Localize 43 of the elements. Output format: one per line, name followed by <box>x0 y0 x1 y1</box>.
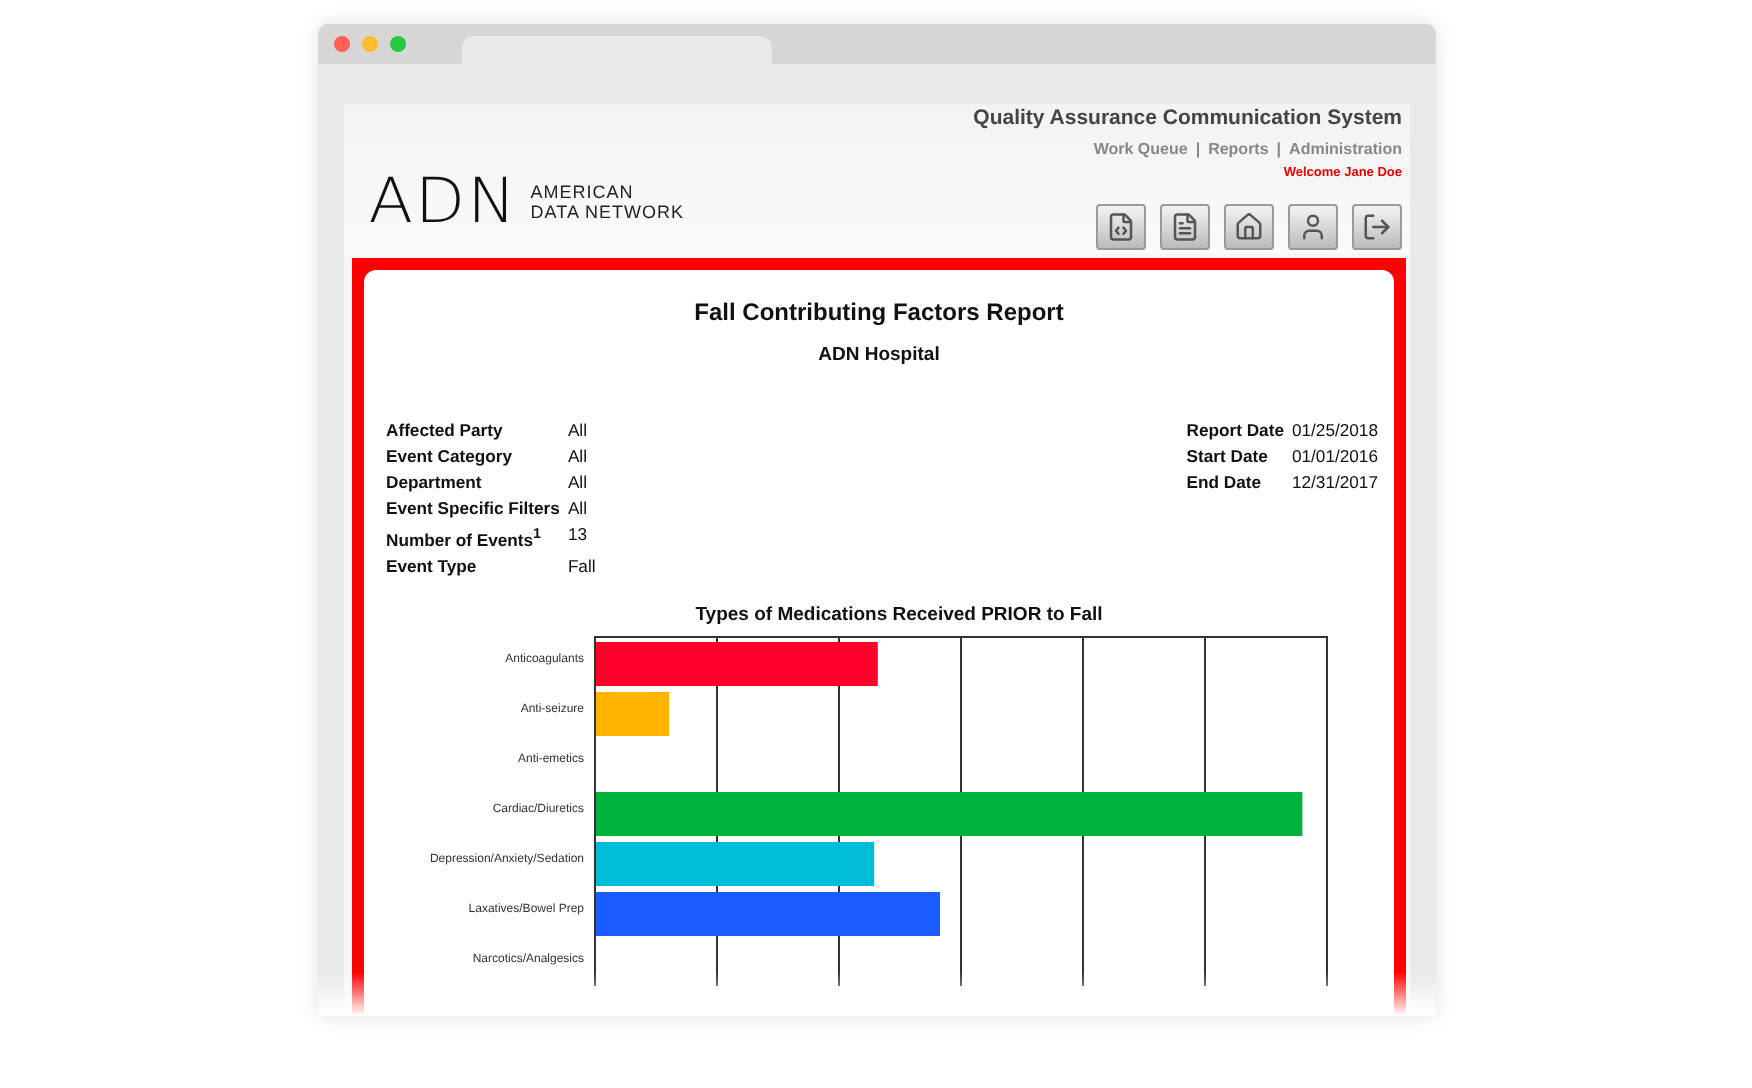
filter-label: Number of Events$^{1}$ <box>386 524 544 552</box>
exit-icon <box>1362 212 1392 242</box>
filter-label: Event Specific Filters <box>386 496 560 520</box>
date-label: Start Date <box>1186 444 1270 468</box>
code-file-icon <box>1106 212 1136 242</box>
date-value: 01/01/2016 <box>1291 444 1378 468</box>
nav-separator: | <box>1195 140 1201 158</box>
document-icon <box>1170 212 1200 242</box>
date-value: 12/31/2017 <box>1291 470 1378 494</box>
nav-link[interactable]: Reports <box>1208 140 1269 158</box>
filter-value: All <box>567 470 589 494</box>
filter-value: 13 <box>567 522 589 548</box>
report-subtitle: ADN Hospital <box>818 344 940 366</box>
filter-label: Department <box>386 470 484 494</box>
system-title: Quality Assurance Communication System <box>973 106 1402 130</box>
home-icon <box>1234 212 1264 242</box>
date-value: 01/25/2018 <box>1291 418 1378 442</box>
person-icon <box>1298 212 1328 242</box>
maximize-dot[interactable] <box>390 36 406 52</box>
nav-link[interactable]: Work Queue <box>1093 140 1188 158</box>
home-button[interactable] <box>1224 204 1274 250</box>
filter-value: All <box>567 496 589 520</box>
date-label: Report Date <box>1186 418 1284 442</box>
document-button[interactable] <box>1160 204 1210 250</box>
nav-separator: | <box>1276 140 1282 158</box>
filter-value: All <box>567 444 589 468</box>
filter-label: Affected Party <box>386 418 505 442</box>
company-name: DATA NETWORK <box>530 201 684 221</box>
xml-button[interactable] <box>1096 204 1146 250</box>
logo: ADN <box>368 165 519 237</box>
logout-button[interactable] <box>1352 204 1402 250</box>
date-label: End Date <box>1186 470 1264 494</box>
filter-label: Event Category <box>386 444 515 468</box>
user-button[interactable] <box>1288 204 1338 250</box>
company-name: AMERICAN <box>530 181 636 201</box>
close-dot[interactable] <box>334 36 350 52</box>
filter-value: All <box>567 418 589 442</box>
filter-label: Event Type <box>386 553 479 578</box>
report-title: Fall Contributing Factors Report <box>694 298 1064 326</box>
minimize-dot[interactable] <box>362 36 378 52</box>
chart-title: Types of Medications Received PRIOR to Fall <box>695 603 1103 626</box>
nav-link[interactable]: Administration <box>1289 140 1402 158</box>
filter-value: Fall <box>567 553 596 578</box>
